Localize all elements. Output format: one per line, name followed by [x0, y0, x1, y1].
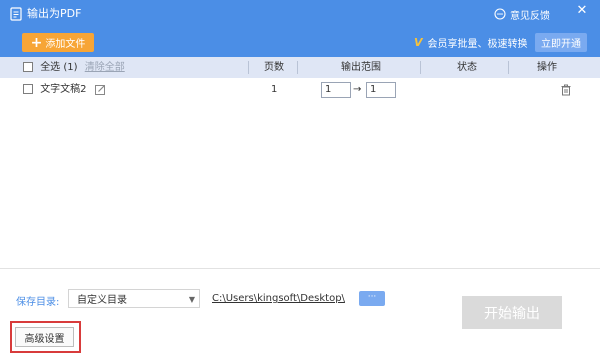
advanced-settings-button[interactable]: 高级设置: [15, 327, 74, 347]
select-all-cell: 全选 (1) 清除全部: [23, 57, 125, 78]
feedback-label: 意见反馈: [510, 10, 550, 22]
range-to-input[interactable]: 1: [366, 82, 396, 98]
vip-promo: V 会员享批量、极速转换: [414, 35, 528, 50]
clear-all-link[interactable]: 清除全部: [85, 62, 125, 73]
row-checkbox[interactable]: [23, 84, 33, 94]
file-name: 文字文稿2: [40, 84, 87, 95]
close-icon[interactable]: ✕: [574, 3, 590, 19]
vip-icon: V: [414, 35, 423, 49]
range-arrow: →: [353, 84, 362, 95]
select-all-label[interactable]: 全选 (1): [40, 62, 77, 73]
table-header: 全选 (1) 清除全部 页数 输出范围 状态 操作: [0, 57, 600, 78]
column-divider: [248, 61, 249, 74]
add-file-label: 添加文件: [45, 39, 86, 50]
trash-icon[interactable]: [560, 84, 572, 96]
range-from-input[interactable]: 1: [321, 82, 351, 98]
chat-bubble-icon: [494, 8, 506, 20]
header-bar: 输出为PDF 意见反馈 ✕ + 添加文件 V 会员享批量、极速转换 立即开通: [0, 0, 600, 57]
page-count: 1: [271, 84, 278, 95]
add-file-button[interactable]: + 添加文件: [22, 33, 94, 52]
chevron-down-icon: ▼: [188, 295, 195, 304]
window-title: 输出为PDF: [27, 7, 82, 20]
pages-column-header: 页数: [264, 62, 284, 73]
column-divider: [297, 61, 298, 74]
actions-column-header: 操作: [537, 62, 557, 73]
footer-divider: [0, 268, 600, 269]
column-divider: [420, 61, 421, 74]
save-directory-label: 保存目录:: [16, 297, 60, 308]
select-all-checkbox[interactable]: [23, 62, 33, 72]
title-bar: 输出为PDF 意见反馈 ✕: [0, 0, 600, 28]
start-output-button[interactable]: 开始输出: [462, 296, 562, 329]
save-directory-select[interactable]: 自定义目录 ▼: [68, 289, 200, 308]
file-name-cell: 文字文稿2: [23, 78, 106, 102]
pdf-export-icon: [10, 7, 22, 21]
range-column-header: 输出范围: [341, 62, 381, 73]
feedback-link[interactable]: 意见反馈: [494, 7, 550, 22]
column-divider: [508, 61, 509, 74]
save-path-link[interactable]: C:\Users\kingsoft\Desktop\: [212, 293, 345, 304]
edit-icon[interactable]: [94, 84, 106, 95]
status-column-header: 状态: [457, 62, 477, 73]
table-row: 文字文稿2 1 1 → 1: [0, 78, 600, 102]
save-directory-value: 自定义目录: [77, 295, 127, 306]
file-list-empty-area: [0, 102, 600, 268]
browse-folder-button[interactable]: ···: [359, 291, 385, 306]
vip-promo-text: 会员享批量、极速转换: [427, 38, 528, 50]
open-membership-button[interactable]: 立即开通: [535, 33, 587, 52]
plus-icon: +: [30, 34, 43, 51]
